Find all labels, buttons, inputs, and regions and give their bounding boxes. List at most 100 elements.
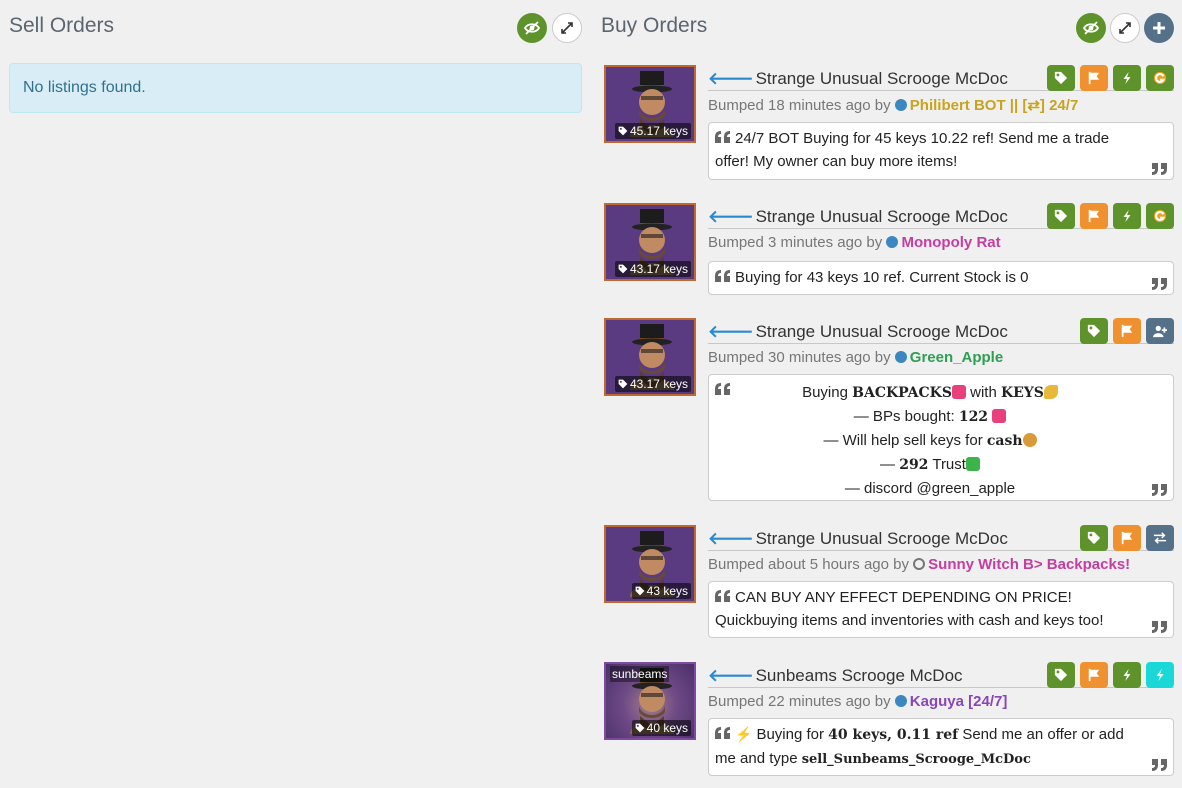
quote-open-icon (715, 270, 731, 282)
comment-text: KEYS (1000, 385, 1044, 401)
comment-text: 122 (958, 409, 989, 425)
comment-line: — discord @green_apple (844, 480, 1016, 497)
comment-text: sell_Sunbeams_Scrooge_McDoc (801, 752, 1031, 767)
bot-badge[interactable] (1146, 203, 1174, 229)
add-buy-order-button[interactable] (1144, 13, 1174, 43)
price-tag-badge[interactable] (1047, 662, 1075, 688)
price-tag: 43 keys (631, 583, 691, 599)
shopping-bag-emoji-icon (992, 409, 1007, 423)
report-badge[interactable] (1113, 525, 1141, 551)
quote-open-icon (715, 727, 731, 739)
flag-icon (1120, 531, 1134, 545)
arrow-left-icon: 🡐 (708, 322, 754, 341)
instant-trade-badge[interactable] (1113, 65, 1141, 91)
no-listings-alert: No listings found. (9, 63, 582, 113)
tag-icon (618, 379, 628, 389)
listing-comment: ⚡ Buying for 40 keys, 0.11 ref Send me an… (708, 718, 1174, 776)
user-link[interactable]: Kaguya [24/7] (910, 693, 1008, 710)
bumped-text: Bumped 3 minutes ago by (708, 234, 883, 251)
price-tag-icon (1054, 71, 1068, 85)
item-thumbnail[interactable]: 43 keys (604, 525, 696, 603)
report-badge[interactable] (1080, 65, 1108, 91)
report-badge[interactable] (1113, 318, 1141, 344)
price-tag-badge[interactable] (1047, 65, 1075, 91)
comment-text: — BPs bought: (853, 408, 959, 425)
bolt-icon (1120, 668, 1134, 682)
item-price: 43 keys (646, 584, 688, 598)
flag-icon (1087, 209, 1101, 223)
sell-orders-title: Sell Orders (9, 14, 115, 37)
arrow-left-icon: 🡐 (708, 529, 754, 548)
price-tag-icon (1054, 209, 1068, 223)
quote-open-icon (715, 383, 731, 395)
listing-comment: Buying BACKPACKS with KEYS — BPs bought:… (708, 374, 1174, 501)
item-price: 40 keys (646, 721, 688, 735)
comment-text: — (880, 456, 900, 473)
check-mark-emoji-icon (965, 457, 980, 471)
listing-comment: Buying for 43 keys 10 ref. Current Stock… (708, 261, 1174, 295)
flag-icon (1087, 71, 1101, 85)
effect-label: sunbeams (610, 666, 670, 682)
comment-text: 24/7 BOT Buying for 45 keys 10.22 ref! S… (715, 130, 1110, 170)
price-tag-icon (1054, 668, 1068, 682)
user-link[interactable]: Sunny Witch B> Backpacks! (928, 556, 1130, 573)
listing-comment: CAN BUY ANY EFFECT DEPENDING ON PRICE! Q… (708, 581, 1174, 638)
item-name[interactable]: Sunbeams Scrooge McDoc (756, 666, 963, 685)
sell-expand-button[interactable] (552, 13, 582, 43)
user-link[interactable]: Monopoly Rat (901, 234, 1000, 251)
user-link[interactable]: Green_Apple (910, 349, 1003, 366)
premium-badge[interactable] (1146, 662, 1174, 688)
comment-text: cash (986, 433, 1023, 449)
buy-toggle-visibility-button[interactable] (1076, 13, 1106, 43)
sell-toggle-visibility-button[interactable] (517, 13, 547, 43)
bumped-text: Bumped about 5 hours ago by (708, 556, 909, 573)
eye-slash-icon (524, 20, 540, 36)
comment-text: BACKPACKS (852, 385, 952, 401)
buy-expand-button[interactable] (1110, 13, 1140, 43)
item-thumbnail[interactable]: 43.17 keys (604, 203, 696, 281)
comment-line: — BPs bought: 122 (715, 405, 1145, 429)
price-tag-icon (1087, 531, 1101, 545)
price-tag: 45.17 keys (614, 123, 691, 139)
comment-text: Buying (802, 384, 853, 401)
price-tag-badge[interactable] (1080, 318, 1108, 344)
tag-icon (635, 586, 645, 596)
price-tag-badge[interactable] (1047, 203, 1075, 229)
item-thumbnail[interactable]: 45.17 keys (604, 65, 696, 143)
tag-icon (635, 723, 645, 733)
buy-orders-title: Buy Orders (601, 14, 708, 37)
item-thumbnail[interactable]: 43.17 keys (604, 318, 696, 396)
trade-offer-badge[interactable] (1146, 525, 1174, 551)
price-tag-icon (1087, 324, 1101, 338)
comment-line: Buying BACKPACKS with KEYS (715, 381, 1145, 405)
item-thumbnail[interactable]: sunbeams 40 keys (604, 662, 696, 740)
add-friend-badge[interactable] (1146, 318, 1174, 344)
arrow-left-icon: 🡐 (708, 666, 754, 685)
instant-trade-badge[interactable] (1113, 203, 1141, 229)
g-logo-icon (1153, 71, 1167, 85)
quote-close-icon (1151, 278, 1167, 290)
expand-icon (1117, 20, 1133, 36)
comment-text: — Will help sell keys for (823, 432, 987, 449)
exchange-icon (1153, 531, 1167, 545)
money-bag-emoji-icon (1022, 433, 1037, 447)
instant-trade-badge[interactable] (1113, 662, 1141, 688)
item-name[interactable]: Strange Unusual Scrooge McDoc (756, 322, 1008, 341)
report-badge[interactable] (1080, 203, 1108, 229)
bot-badge[interactable] (1146, 65, 1174, 91)
report-badge[interactable] (1080, 662, 1108, 688)
flag-icon (1087, 668, 1101, 682)
item-price: 43.17 keys (629, 262, 688, 276)
item-name[interactable]: Strange Unusual Scrooge McDoc (756, 69, 1008, 88)
online-status-icon (894, 99, 907, 111)
price-tag-badge[interactable] (1080, 525, 1108, 551)
user-link[interactable]: Philibert BOT || [⇄] 24/7 (910, 97, 1079, 114)
item-price: 45.17 keys (629, 124, 688, 138)
bumped-text: Bumped 22 minutes ago by (708, 693, 891, 710)
comment-text: Buying for 43 keys 10 ref. Current Stock… (735, 269, 1029, 286)
expand-icon (559, 20, 575, 36)
item-name[interactable]: Strange Unusual Scrooge McDoc (756, 207, 1008, 226)
item-name[interactable]: Strange Unusual Scrooge McDoc (756, 529, 1008, 548)
bolt-emoji-icon: ⚡ (735, 726, 753, 742)
online-status-icon (894, 695, 907, 707)
